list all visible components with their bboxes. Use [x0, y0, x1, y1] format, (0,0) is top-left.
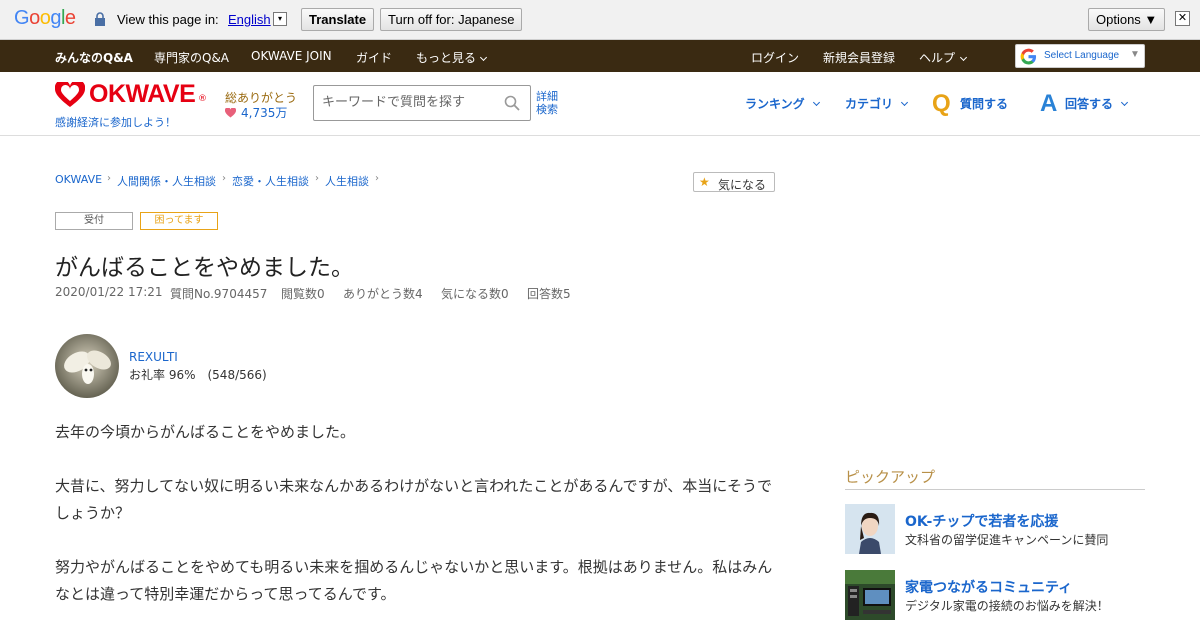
language-link[interactable]: English — [228, 12, 271, 27]
nav-help-label: ヘルプ — [919, 51, 956, 65]
answer-menu[interactable]: 回答する — [1065, 95, 1129, 112]
user-name-link[interactable]: REXULTI — [129, 350, 178, 364]
nav-expert-qa[interactable]: 専門家のQ&A — [154, 49, 229, 66]
google-g-icon — [1020, 48, 1037, 65]
chevron-down-icon — [900, 98, 909, 107]
breadcrumb-separator: › — [375, 173, 379, 184]
chevron-down-icon — [812, 98, 820, 107]
nav-guide[interactable]: ガイド — [356, 49, 392, 66]
chevron-down-icon — [479, 53, 488, 62]
ranking-label: ランキング — [745, 97, 805, 111]
answer-a-icon: A — [1040, 90, 1058, 117]
star-icon: ★ — [699, 175, 710, 189]
lock-icon — [95, 12, 105, 26]
pickup-image — [845, 570, 895, 620]
google-logo: Google — [14, 7, 76, 29]
avatar[interactable] — [55, 334, 119, 398]
pickup-subtitle: 文科省の留学促進キャンペーンに賛同 — [905, 533, 1109, 547]
view-count: 閲覧数0 — [281, 287, 325, 301]
ranking-menu[interactable]: ランキング — [745, 95, 820, 112]
pickup-subtitle: デジタル家電の接続のお悩みを解決！ — [905, 599, 1109, 613]
advanced-search-link[interactable]: 詳細 検索 — [536, 90, 558, 116]
nav-login[interactable]: ログイン — [751, 49, 799, 66]
interested-count: 気になる数0 — [441, 287, 509, 301]
answer-count: 回答数5 — [527, 287, 571, 301]
language-dropdown-icon[interactable]: ▾ — [273, 12, 287, 26]
breadcrumb-separator: › — [222, 173, 226, 184]
pickup-thumbnail[interactable] — [845, 570, 895, 620]
thanks-count-value: 4,735万 — [241, 106, 288, 120]
tagline-link[interactable]: 感謝経済に参加しよう！ — [55, 114, 176, 130]
status-badge-troubled: 困ってます — [140, 212, 218, 230]
select-language-dropdown[interactable]: Select Language ▼ — [1015, 44, 1145, 68]
question-body-paragraph: 去年の今頃からがんばることをやめました。 — [55, 423, 356, 441]
turn-off-button[interactable]: Turn off for: Japanese — [380, 8, 523, 31]
nav-okwave-join[interactable]: OKWAVE JOIN — [251, 49, 332, 63]
category-menu[interactable]: カテゴリ — [845, 95, 909, 112]
breadcrumb-separator: › — [107, 173, 111, 184]
pickup-thumbnail[interactable] — [845, 504, 895, 554]
breadcrumb-life-consult[interactable]: 人生相談 — [325, 173, 369, 189]
thanks-count: ありがとう数4 — [343, 287, 423, 301]
close-icon[interactable]: ✕ — [1175, 11, 1190, 26]
advanced-line1: 詳細 — [536, 90, 558, 103]
breadcrumb-love-life[interactable]: 恋愛・人生相談 — [232, 173, 309, 189]
nav-register[interactable]: 新規会員登録 — [823, 49, 895, 66]
pickup-heading: ピックアップ — [845, 466, 1145, 490]
breadcrumb-separator: › — [315, 173, 319, 184]
dropdown-arrow-icon: ▼ — [1130, 49, 1140, 60]
advanced-line2: 検索 — [536, 103, 558, 116]
question-body-paragraph: 努力やがんばることをやめても明るい未来を掴めるんじゃないかと思います。根拠はあり… — [55, 558, 773, 603]
translate-button[interactable]: Translate — [301, 8, 375, 31]
google-translate-bar: Google View this page in: English ▾ Tran… — [0, 0, 1200, 40]
question-number: 質問No.9704457 — [170, 287, 268, 301]
category-label: カテゴリ — [845, 97, 894, 111]
logo-text: OKWAVE — [89, 80, 196, 108]
nav-more-label: もっと見る — [416, 51, 477, 65]
view-page-in-label: View this page in: — [117, 12, 219, 27]
breadcrumb-okwave[interactable]: OKWAVE — [55, 173, 102, 186]
nav-more[interactable]: もっと見る — [416, 49, 488, 66]
pickup-title-link[interactable]: OK-チップで若者を応援 — [905, 511, 1058, 531]
ask-question-link[interactable]: 質問する — [960, 95, 1008, 112]
question-body-paragraph: 大昔に、努力してない奴に明るい未来なんかあるわけがないと言われたことがあるんです… — [55, 477, 773, 522]
kininaru-button[interactable]: ★ 気になる — [693, 172, 775, 192]
nav-minna-qa[interactable]: みんなのQ&A — [55, 49, 133, 66]
question-q-icon: Q — [932, 90, 951, 117]
nav-help[interactable]: ヘルプ — [919, 49, 968, 66]
status-badge-accepting: 受付 — [55, 212, 133, 230]
pickup-title-link[interactable]: 家電つながるコミュニティ — [905, 577, 1072, 597]
chevron-down-icon — [1120, 98, 1129, 107]
avatar-image — [55, 334, 119, 398]
total-thanks-count: 4,735万 — [225, 104, 287, 121]
site-header: OKWAVE ® 感謝経済に参加しよう！ 総ありがとう 4,735万 詳細検索 … — [0, 72, 1200, 136]
heart-logo-icon — [55, 82, 85, 107]
question-title: がんばることをやめました。 — [55, 255, 354, 281]
options-button[interactable]: Options ▼ — [1088, 8, 1166, 31]
chevron-down-icon — [959, 53, 968, 62]
breadcrumb-relationships[interactable]: 人間関係・人生相談 — [117, 173, 216, 189]
registered-mark: ® — [198, 94, 207, 104]
user-thanks-rate: お礼率 96% (548/566) — [129, 368, 267, 382]
search-icon[interactable] — [504, 95, 520, 111]
question-date: 2020/01/22 17:21 — [55, 285, 163, 299]
search-box — [313, 85, 531, 121]
heart-icon — [225, 108, 236, 118]
answer-label: 回答する — [1065, 97, 1114, 111]
pickup-image — [845, 504, 895, 554]
top-nav: みんなのQ&A 専門家のQ&A OKWAVE JOIN ガイド もっと見る ログ… — [0, 40, 1200, 72]
select-language-label: Select Language — [1044, 50, 1120, 61]
search-input[interactable] — [322, 95, 502, 110]
kininaru-label: 気になる — [718, 178, 767, 192]
